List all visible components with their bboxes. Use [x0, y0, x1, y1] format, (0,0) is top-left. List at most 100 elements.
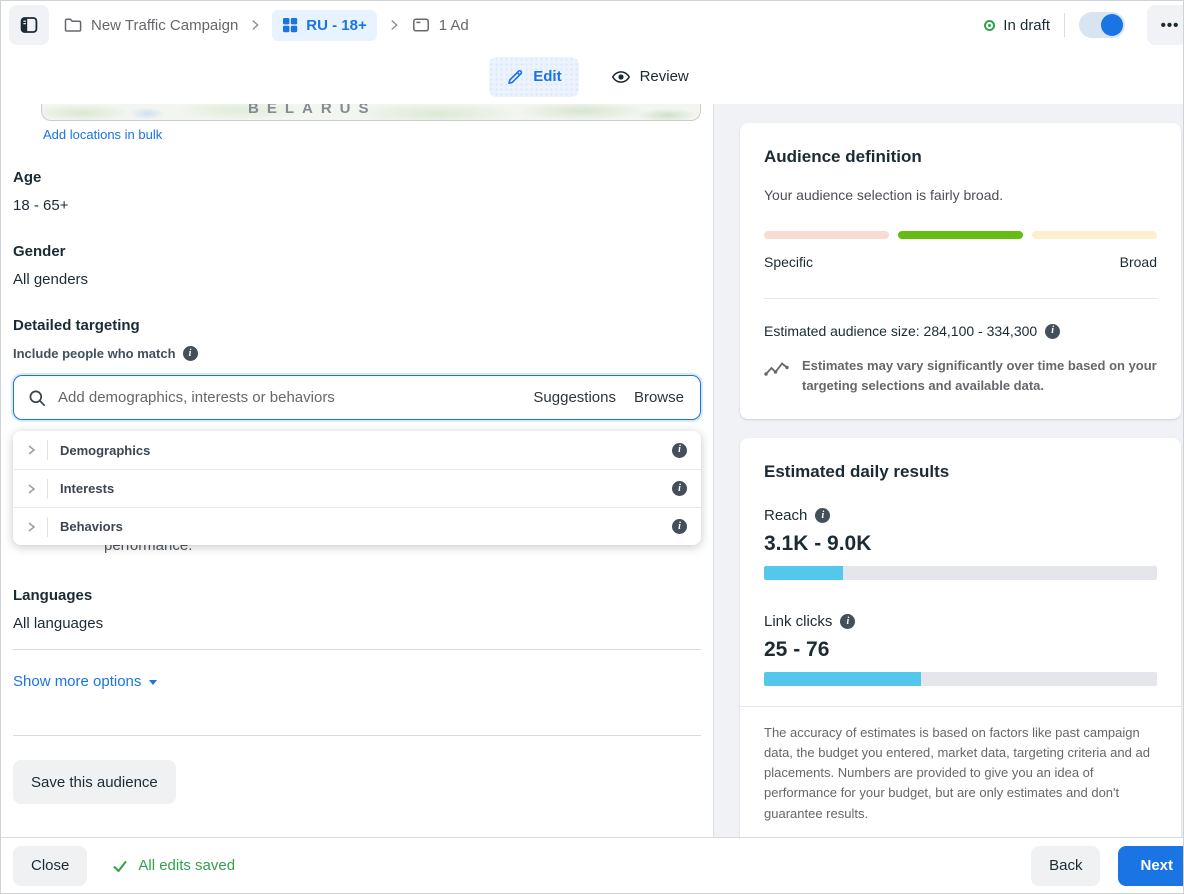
draft-status-icon — [984, 20, 995, 31]
daily-results-title: Estimated daily results — [764, 462, 1157, 482]
include-match-row: Include people who match — [13, 346, 713, 361]
link-clicks-bar-fill — [764, 672, 921, 686]
info-icon[interactable] — [183, 346, 198, 361]
estimates-note: Estimates may vary significantly over ti… — [764, 356, 1157, 395]
dropdown-row-label: Demographics — [60, 443, 150, 458]
gauge-specific-label: Specific — [764, 254, 813, 270]
languages-label: Languages — [13, 587, 713, 604]
draft-status-label: In draft — [1003, 17, 1050, 34]
breadcrumb-campaign[interactable]: New Traffic Campaign — [63, 15, 238, 35]
saved-indicator: All edits saved — [111, 857, 235, 875]
location-map[interactable]: BELARUS — [41, 104, 701, 121]
divider — [764, 298, 1157, 299]
next-button[interactable]: Next — [1118, 846, 1183, 886]
divider — [1064, 13, 1065, 37]
reach-bar-fill — [764, 566, 843, 580]
audience-definition-subtitle: Your audience selection is fairly broad. — [764, 187, 1157, 203]
search-icon — [28, 389, 46, 407]
gender-label: Gender — [13, 243, 713, 260]
publish-toggle[interactable] — [1079, 12, 1125, 38]
targeting-search-input[interactable] — [56, 388, 515, 407]
languages-value: All languages — [13, 615, 713, 632]
info-icon[interactable] — [672, 443, 687, 458]
info-icon[interactable] — [840, 614, 855, 629]
info-icon[interactable] — [1045, 324, 1060, 339]
divider — [47, 479, 48, 499]
close-button[interactable]: Close — [13, 846, 87, 886]
sidebar-collapse-icon — [19, 15, 39, 35]
link-clicks-bar — [764, 672, 1157, 686]
edit-tab-label: Edit — [533, 68, 561, 85]
ads-manager-window: New Traffic Campaign RU - 18+ 1 Ad — [0, 0, 1184, 894]
breadcrumb-ad[interactable]: 1 Ad — [411, 15, 469, 35]
divider — [47, 440, 48, 460]
pencil-icon — [506, 68, 524, 86]
adset-grid-icon — [282, 17, 298, 33]
trend-line-icon — [764, 359, 790, 379]
saved-indicator-label: All edits saved — [138, 857, 235, 874]
ad-frame-icon — [411, 15, 431, 35]
reach-label-row: Reach — [764, 507, 1157, 524]
show-more-options-label: Show more options — [13, 673, 141, 690]
link-clicks-label-row: Link clicks — [764, 613, 1157, 630]
chevron-right-icon — [387, 18, 401, 32]
dropdown-row-behaviors[interactable]: Behaviors — [13, 507, 701, 545]
reach-bar — [764, 566, 1157, 580]
estimated-size-row: Estimated audience size: 284,100 - 334,3… — [764, 323, 1157, 339]
info-icon[interactable] — [672, 519, 687, 534]
estimated-daily-results-card: Estimated daily results Reach 3.1K - 9.0… — [740, 438, 1181, 837]
chevron-right-icon — [23, 519, 39, 535]
chevron-right-icon — [23, 442, 39, 458]
reach-label: Reach — [764, 507, 807, 524]
age-label: Age — [13, 169, 713, 186]
info-icon[interactable] — [672, 481, 687, 496]
save-audience-button[interactable]: Save this audience — [13, 760, 176, 804]
divider — [740, 706, 1181, 707]
map-country-label: BELARUS — [248, 104, 377, 117]
dropdown-row-interests[interactable]: Interests — [13, 469, 701, 507]
check-icon — [111, 857, 129, 875]
age-value: 18 - 65+ — [13, 197, 713, 214]
show-more-options-link[interactable]: Show more options — [13, 673, 157, 690]
reach-value: 3.1K - 9.0K — [764, 532, 1157, 556]
folder-icon — [63, 15, 83, 35]
review-tab-label: Review — [640, 68, 689, 85]
mode-tabs: Edit Review — [1, 49, 1183, 104]
info-icon[interactable] — [815, 508, 830, 523]
breadcrumb-adset-label: RU - 18+ — [306, 17, 366, 34]
estimates-note-text: Estimates may vary significantly over ti… — [802, 356, 1157, 395]
chevron-right-icon — [23, 481, 39, 497]
review-tab[interactable]: Review — [605, 57, 695, 97]
breadcrumb-adset[interactable]: RU - 18+ — [272, 10, 376, 41]
suggestions-link[interactable]: Suggestions — [533, 389, 616, 406]
breadcrumb-campaign-label: New Traffic Campaign — [91, 17, 238, 34]
estimated-size-text: Estimated audience size: 284,100 - 334,3… — [764, 323, 1037, 339]
back-button[interactable]: Back — [1031, 846, 1100, 886]
top-bar-right: In draft ••• — [984, 5, 1183, 45]
gauge-labels: Specific Broad — [764, 254, 1157, 270]
edit-tab[interactable]: Edit — [489, 57, 578, 97]
more-options-button[interactable]: ••• — [1147, 5, 1183, 45]
dropdown-row-demographics[interactable]: Demographics — [13, 431, 701, 469]
dropdown-row-label: Interests — [60, 481, 114, 496]
divider — [13, 735, 701, 736]
main-area: BELARUS Add locations in bulk Age 18 - 6… — [1, 104, 1183, 837]
insights-pane: Audience definition Your audience select… — [713, 104, 1183, 837]
dropdown-row-label: Behaviors — [60, 519, 123, 534]
eye-icon — [611, 67, 631, 87]
breadcrumb: New Traffic Campaign RU - 18+ 1 Ad — [63, 10, 469, 41]
browse-link[interactable]: Browse — [634, 389, 684, 406]
top-bar: New Traffic Campaign RU - 18+ 1 Ad — [1, 1, 1183, 49]
add-locations-bulk-link[interactable]: Add locations in bulk — [43, 127, 162, 142]
footer-bar: Close All edits saved Back Next — [1, 837, 1183, 893]
gauge-segment-specific — [764, 231, 889, 239]
edit-pane: BELARUS Add locations in bulk Age 18 - 6… — [1, 104, 713, 837]
estimates-disclaimer: The accuracy of estimates is based on fa… — [764, 723, 1157, 837]
divider — [13, 649, 701, 650]
include-match-label: Include people who match — [13, 346, 176, 361]
chevron-right-icon — [248, 18, 262, 32]
breadcrumb-ad-label: 1 Ad — [439, 17, 469, 34]
caret-down-icon — [149, 680, 157, 685]
sidebar-toggle-button[interactable] — [9, 5, 49, 45]
link-clicks-value: 25 - 76 — [764, 638, 1157, 662]
